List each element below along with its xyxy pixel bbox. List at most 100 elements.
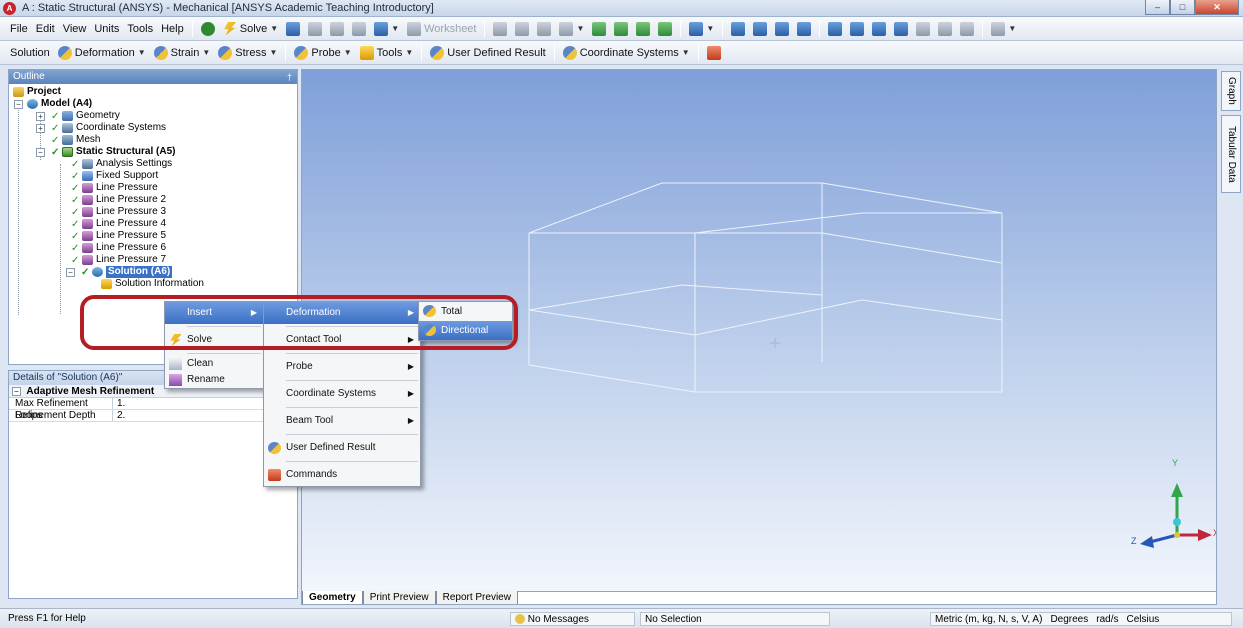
tree-line-pressure[interactable]: ✓ Line Pressure 2 [71,194,166,206]
wire-edge [694,299,863,336]
magnifier-button[interactable] [846,21,868,36]
probe-dropdown[interactable]: Probe ▼ [290,45,355,60]
menu-tools[interactable]: Tools [123,23,157,35]
expand-icon[interactable]: + [36,124,45,133]
tree-mesh[interactable]: ✓ Mesh [51,134,100,146]
menu-item-probe[interactable]: Probe ▶ [264,356,420,378]
status-units[interactable]: Metric (m, kg, N, s, V, A) Degrees rad/s… [930,612,1232,626]
axis-triad[interactable] [1140,483,1212,548]
select-vertex-button[interactable] [511,21,533,36]
coordinate-systems-dropdown[interactable]: Coordinate Systems ▼ [559,45,694,60]
iso-view-button[interactable] [912,21,934,36]
comment-icon [330,21,345,36]
zoom-to-fit-button[interactable] [824,21,846,36]
menu-file[interactable]: File [6,23,32,35]
solve-label: Solve [239,22,268,35]
menu-item-beam-tool[interactable]: Beam Tool ▶ [264,410,420,432]
menu-help[interactable]: Help [157,23,188,35]
tab-tabular-data[interactable]: Tabular Data [1221,115,1241,193]
collapse-icon[interactable]: − [14,100,23,109]
toolbar-separator [553,44,555,61]
extend-button[interactable]: ▼ [685,21,718,36]
chart-button[interactable] [282,21,304,36]
tree-model[interactable]: Model (A4) [27,98,92,110]
menu-item-rename[interactable]: Rename [165,372,263,388]
tree-project[interactable]: Project [13,86,61,98]
check-button[interactable] [197,21,219,36]
user-defined-result-button[interactable]: User Defined Result [426,45,549,60]
layout-button[interactable]: ▼ [987,21,1020,36]
close-button[interactable]: ✕ [1195,0,1239,15]
tree-solution[interactable]: ✓ Solution (A6) [81,266,173,278]
tree-solution-information[interactable]: Solution Information [101,278,204,290]
collapse-icon[interactable]: − [12,387,21,396]
previous-view-button[interactable] [868,21,890,36]
select-edge-button[interactable] [533,21,555,36]
x-axis-label: X [1213,528,1216,538]
tree-line-pressure[interactable]: ✓ Line Pressure 6 [71,242,166,254]
tree-line-pressure[interactable]: ✓ Line Pressure 7 [71,254,166,266]
details-row-max-refinement-loops[interactable]: Max Refinement Loops 1. [9,398,297,421]
select-face-button[interactable] [588,21,610,36]
pan-button[interactable] [749,21,771,36]
tree-fixed-support[interactable]: ✓ Fixed Support [71,170,158,182]
vertex-icon [515,21,530,36]
iso-view-icon [916,21,931,36]
probe-tool-button[interactable] [304,21,326,36]
zoom-button[interactable] [771,21,793,36]
commands-icon [268,469,281,481]
deformation-dropdown[interactable]: Deformation ▼ [54,45,150,60]
maximize-button[interactable]: □ [1170,0,1195,15]
tools-dropdown[interactable]: Tools ▼ [356,45,418,60]
tab-report-preview[interactable]: Report Preview [435,591,518,604]
expand-icon[interactable]: + [36,112,45,121]
tree-coordinate-systems[interactable]: ✓ Coordinate Systems [51,122,166,134]
menu-item-commands[interactable]: Commands [264,464,420,486]
collapse-icon[interactable]: − [66,268,75,277]
tree-static-structural[interactable]: ✓ Static Structural (A5) [51,146,175,158]
collapse-icon[interactable]: − [36,148,45,157]
tree-line-pressure[interactable]: ✓ Line Pressure 4 [71,218,166,230]
select-type-button[interactable]: ▼ [555,21,588,36]
select-element-button[interactable] [654,21,676,36]
solve-button[interactable]: Solve ▼ [219,21,282,36]
stress-dropdown[interactable]: Stress ▼ [214,45,281,60]
tree-line-pressure[interactable]: ✓ Line Pressure [71,182,158,194]
select-mode-button[interactable] [489,21,511,36]
edge-icon [537,21,552,36]
view-options-button[interactable] [934,21,956,36]
details-row-refinement-depth[interactable]: Refinement Depth 2. [9,410,297,422]
user-defined-result-label: User Defined Result [447,46,546,59]
tab-print-preview[interactable]: Print Preview [362,591,436,604]
menu-item-clean[interactable]: Clean [165,356,263,372]
worksheet-button[interactable]: Worksheet [403,21,480,36]
line-pressure-icon [82,195,93,205]
extend-icon [689,21,704,36]
tree-line-pressure[interactable]: ✓ Line Pressure 3 [71,206,166,218]
commands-button[interactable] [703,45,725,60]
tab-graph[interactable]: Graph [1221,71,1241,111]
menu-edit[interactable]: Edit [32,23,59,35]
image-button[interactable]: ▼ [370,21,403,36]
menu-units[interactable]: Units [90,23,123,35]
select-node-button[interactable] [632,21,654,36]
print-button[interactable] [956,21,978,36]
tree-geometry[interactable]: ✓ Geometry [51,110,120,122]
menu-item-coordinate-systems[interactable]: Coordinate Systems ▶ [264,383,420,405]
tree-line-pressure[interactable]: ✓ Line Pressure 5 [71,230,166,242]
rotate-button[interactable] [727,21,749,36]
strain-dropdown[interactable]: Strain ▼ [150,45,215,60]
pin-icon[interactable]: † [287,70,292,84]
next-view-button[interactable] [890,21,912,36]
tab-geometry[interactable]: Geometry [302,591,363,604]
menu-view[interactable]: View [59,23,91,35]
comment-button[interactable] [326,21,348,36]
annotation-button[interactable] [348,21,370,36]
tree-analysis-settings[interactable]: ✓ Analysis Settings [71,158,172,170]
minimize-button[interactable]: – [1145,0,1170,15]
toolbar-separator [421,44,423,61]
status-messages[interactable]: No Messages [510,612,635,626]
select-body-button[interactable] [610,21,632,36]
menu-item-user-defined-result[interactable]: User Defined Result [264,437,420,459]
box-zoom-button[interactable] [793,21,815,36]
